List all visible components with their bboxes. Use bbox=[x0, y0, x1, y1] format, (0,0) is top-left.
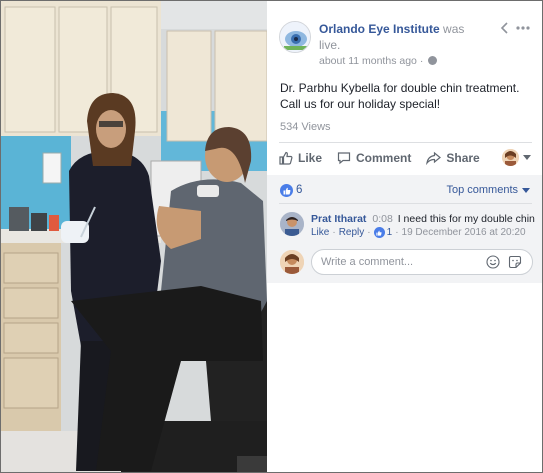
comment-body: Prat Itharat 0:08 I need this for my dou… bbox=[311, 213, 535, 225]
divider bbox=[279, 142, 532, 143]
meta-separator: · bbox=[395, 227, 399, 238]
comment-composer bbox=[280, 249, 534, 275]
viewer-avatar bbox=[502, 149, 519, 166]
chevron-down-icon bbox=[522, 187, 530, 193]
comment-reply-link[interactable]: Reply bbox=[339, 227, 365, 238]
chevron-left-icon[interactable] bbox=[500, 22, 508, 34]
share-button[interactable]: Share bbox=[426, 151, 480, 165]
like-button-label: Like bbox=[298, 151, 323, 165]
live-video-post-viewer: Orlando Eye Institute was live. about 11… bbox=[0, 0, 543, 473]
comments-section: 6 Top comments Prat Itharat 0:08 I need … bbox=[267, 175, 542, 283]
header-icons bbox=[500, 22, 530, 34]
viewer-avatar-icon bbox=[280, 250, 304, 274]
comment-video-timestamp[interactable]: 0:08 bbox=[372, 213, 392, 225]
comment-like-link[interactable]: Like bbox=[311, 227, 329, 238]
video-frame-image bbox=[1, 1, 267, 472]
view-count: 534 Views bbox=[280, 121, 331, 133]
meta-separator: · bbox=[367, 227, 371, 238]
divider bbox=[279, 203, 532, 204]
comment-date[interactable]: 19 December 2016 at 20:20 bbox=[402, 227, 526, 238]
like-button[interactable]: Like bbox=[279, 151, 322, 165]
was-live-label: was bbox=[443, 22, 465, 36]
commenter-avatar[interactable] bbox=[280, 212, 304, 236]
commenter-avatar-icon bbox=[280, 212, 304, 236]
globe-icon bbox=[428, 56, 438, 65]
comment-sort-label: Top comments bbox=[446, 184, 518, 196]
comment-text: I need this for my double chin bbox=[397, 213, 535, 225]
like-reaction-icon bbox=[280, 184, 293, 197]
sticker-icon[interactable] bbox=[508, 255, 522, 269]
page-name-link[interactable]: Orlando Eye Institute bbox=[319, 22, 440, 36]
chevron-down-icon bbox=[523, 155, 531, 160]
viewer-avatar-icon bbox=[502, 149, 519, 166]
comment-like-count[interactable]: 1 bbox=[387, 227, 393, 238]
commenter-name[interactable]: Prat Itharat bbox=[311, 213, 366, 225]
comment-item: Prat Itharat 0:08 I need this for my dou… bbox=[280, 212, 535, 242]
comment-button[interactable]: Comment bbox=[337, 151, 411, 165]
speech-bubble-icon bbox=[337, 152, 351, 165]
share-arrow-icon bbox=[426, 151, 442, 165]
share-button-label: Share bbox=[446, 151, 480, 165]
post-timestamp[interactable]: about 11 months ago bbox=[319, 55, 417, 67]
video-player[interactable] bbox=[1, 1, 267, 472]
like-reaction-icon bbox=[373, 227, 385, 238]
live-label: live. bbox=[319, 38, 341, 52]
page-logo-icon bbox=[280, 22, 310, 52]
comment-sort-dropdown[interactable]: Top comments bbox=[446, 184, 530, 196]
meta-separator: · bbox=[332, 227, 336, 238]
action-bar: Like Comment Share bbox=[279, 147, 533, 169]
comment-button-label: Comment bbox=[356, 151, 412, 165]
post-meta: about 11 months ago · bbox=[319, 55, 438, 67]
post-header: Orlando Eye Institute was live. about 11… bbox=[279, 19, 534, 69]
post-as-selector[interactable] bbox=[502, 149, 531, 166]
page-name-line: Orlando Eye Institute was bbox=[319, 22, 464, 36]
smiley-icon[interactable] bbox=[486, 255, 500, 269]
thumbs-up-icon bbox=[279, 151, 293, 165]
more-dots-icon[interactable] bbox=[516, 26, 530, 30]
comment-meta: Like · Reply · 1 · 19 December 2016 at 2… bbox=[311, 227, 526, 238]
meta-separator: · bbox=[419, 55, 424, 67]
viewer-avatar bbox=[280, 250, 304, 274]
page-avatar[interactable] bbox=[279, 21, 311, 53]
reaction-count[interactable]: 6 bbox=[296, 184, 302, 196]
post-message: Dr. Parbhu Kybella for double chin treat… bbox=[280, 81, 520, 111]
post-panel: Orlando Eye Institute was live. about 11… bbox=[267, 1, 542, 472]
